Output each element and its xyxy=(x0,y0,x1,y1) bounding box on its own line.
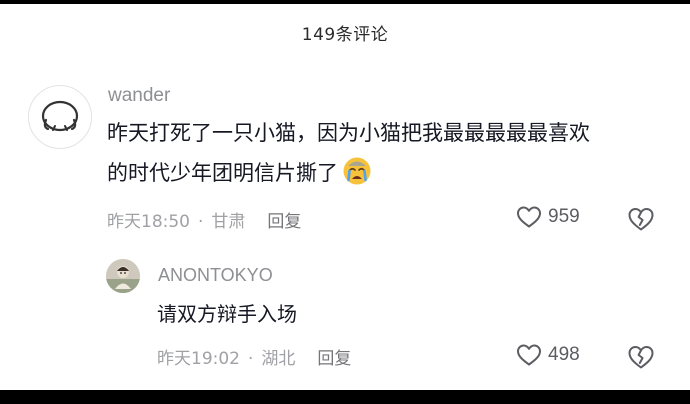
comment-location: 甘肃 xyxy=(211,212,246,232)
broken-heart-icon xyxy=(628,208,654,231)
like-count: 959 xyxy=(548,206,580,227)
crying-face-icon xyxy=(343,157,371,185)
reply-button[interactable]: 回复 xyxy=(267,212,301,232)
like-button[interactable]: 959 xyxy=(516,205,580,229)
comment-text-line: 昨天打死了一只小猫，因为小猫把我最最最最最喜欢 xyxy=(107,121,590,145)
reply-meta: 昨天19:02 · 湖北 回复 xyxy=(157,344,351,369)
dislike-button[interactable] xyxy=(627,206,655,236)
comment-username[interactable]: wander xyxy=(108,85,170,107)
reply-text: 请双方辩手入场 xyxy=(157,302,297,326)
screenshot-frame: 149条评论 wander 昨天打死了一只小猫，因为小猫把我最最最最最喜欢 的时… xyxy=(0,0,690,404)
reply-location: 湖北 xyxy=(261,349,296,369)
avatar-photo-icon xyxy=(106,259,140,293)
reply-time: 昨天19:02 xyxy=(157,349,240,369)
meta-separator: · xyxy=(248,349,254,369)
dislike-button[interactable] xyxy=(627,344,655,374)
heart-icon xyxy=(517,206,541,228)
avatar[interactable] xyxy=(106,259,140,293)
comment-text: 昨天打死了一只小猫，因为小猫把我最最最最最喜欢 的时代少年团明信片撕了 xyxy=(107,113,667,193)
comment-meta: 昨天18:50 · 甘肃 回复 xyxy=(107,207,301,232)
like-count: 498 xyxy=(548,344,580,365)
comment-text-line: 的时代少年团明信片撕了 xyxy=(107,161,338,185)
comment-time: 昨天18:50 xyxy=(107,212,190,232)
broken-heart-icon xyxy=(628,346,654,369)
comments-count-title: 149条评论 xyxy=(301,25,389,45)
comment-text-line-with-emoji: 的时代少年团明信片撕了 xyxy=(107,153,667,193)
reply-button[interactable]: 回复 xyxy=(317,349,351,369)
heart-icon xyxy=(517,344,541,366)
like-button[interactable]: 498 xyxy=(516,343,580,367)
avatar-doodle-icon xyxy=(41,100,79,132)
avatar[interactable] xyxy=(28,85,92,149)
meta-separator: · xyxy=(198,212,204,232)
comments-panel: 149条评论 wander 昨天打死了一只小猫，因为小猫把我最最最最最喜欢 的时… xyxy=(0,4,690,390)
reply-username[interactable]: ANONTOKYO xyxy=(158,265,273,286)
